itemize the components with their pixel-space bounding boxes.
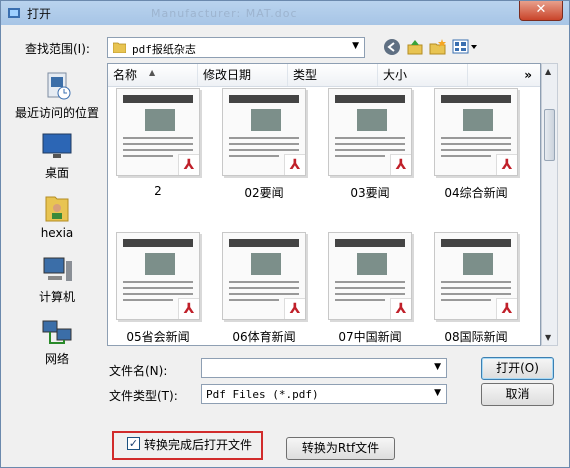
file-item[interactable]: ⅄ 2	[108, 88, 208, 198]
file-name-input[interactable]: ▼	[201, 358, 447, 378]
pdf-thumbnail: ⅄	[328, 88, 412, 176]
place-desktop[interactable]: 桌面	[11, 131, 103, 181]
look-in-combobox[interactable]: pdf报纸杂志 ▼	[107, 37, 365, 58]
file-item[interactable]: ⅄ 05省会新闻	[108, 232, 208, 345]
window-title: 打开	[27, 7, 52, 21]
place-recent[interactable]: 最近访问的位置	[11, 71, 103, 121]
look-in-label: 查找范围(I):	[25, 42, 90, 56]
title-bar: 打开 Manufacturer: MAT.doc ✕	[1, 1, 569, 25]
chevron-down-icon[interactable]: ▼	[434, 362, 441, 372]
file-name: 07中国新闻	[338, 330, 402, 344]
convert-to-rtf-button[interactable]: 转换为Rtf文件	[286, 437, 395, 460]
look-in-value: pdf报纸杂志	[132, 43, 196, 56]
desktop-icon	[42, 133, 72, 158]
file-name: 02要闻	[244, 186, 284, 200]
sort-up-icon: ▲	[149, 68, 156, 77]
column-header: 名称 ▲ 修改日期 类型 大小 »	[108, 64, 540, 87]
user-folder-icon	[45, 196, 69, 222]
pdf-thumbnail: ⅄	[116, 88, 200, 176]
file-list: 名称 ▲ 修改日期 类型 大小 » ⅄ 2 ⅄ 02要闻 ⅄ 03要闻 ⅄ 04…	[107, 63, 541, 346]
place-label: 最近访问的位置	[14, 106, 99, 120]
pdf-thumbnail: ⅄	[222, 232, 306, 320]
file-name-label: 文件名(N):	[109, 364, 168, 378]
pdf-thumbnail: ⅄	[222, 88, 306, 176]
place-label: hexia	[40, 226, 74, 240]
open-after-convert-label[interactable]: 转换完成后打开文件	[144, 436, 252, 453]
back-icon[interactable]	[383, 38, 401, 56]
file-type-select[interactable]: Pdf Files (*.pdf) ▼	[201, 384, 447, 404]
background-window-text: Manufacturer: MAT.doc	[151, 7, 298, 20]
place-label: 网络	[44, 352, 69, 366]
pdf-icon: ⅄	[284, 298, 305, 319]
file-item[interactable]: ⅄ 07中国新闻	[320, 232, 420, 345]
column-size[interactable]: 大小	[378, 64, 468, 86]
file-name: 2	[154, 184, 162, 198]
pdf-icon: ⅄	[390, 154, 411, 175]
pdf-icon: ⅄	[178, 154, 199, 175]
pdf-thumbnail: ⅄	[116, 232, 200, 320]
file-name: 03要闻	[350, 186, 390, 200]
pdf-thumbnail: ⅄	[328, 232, 412, 320]
place-label: 桌面	[44, 166, 69, 180]
chevron-down-icon[interactable]: ▼	[434, 388, 441, 398]
new-folder-icon[interactable]	[429, 38, 447, 56]
place-label: 计算机	[38, 290, 75, 304]
view-menu-icon[interactable]	[452, 38, 478, 56]
open-after-convert-checkbox[interactable]: ✓	[127, 437, 140, 450]
file-type-value: Pdf Files (*.pdf)	[206, 388, 319, 401]
file-name: 08国际新闻	[444, 330, 508, 344]
recent-places-icon	[47, 72, 71, 100]
file-name: 05省会新闻	[126, 330, 190, 344]
more-columns-icon[interactable]: »	[524, 64, 532, 86]
pdf-icon: ⅄	[496, 154, 517, 175]
cancel-button[interactable]: 取消	[481, 383, 554, 406]
places-bar: 最近访问的位置 桌面 hexia 计算机 网络	[11, 63, 103, 393]
file-name: 06体育新闻	[232, 330, 296, 344]
folder-icon	[113, 42, 126, 53]
pdf-icon: ⅄	[178, 298, 199, 319]
pdf-thumbnail: ⅄	[434, 88, 518, 176]
file-item[interactable]: ⅄ 02要闻	[214, 88, 314, 201]
column-type[interactable]: 类型	[288, 64, 378, 86]
place-user[interactable]: hexia	[11, 193, 103, 240]
column-name[interactable]: 名称 ▲	[108, 64, 198, 86]
pdf-thumbnail: ⅄	[434, 232, 518, 320]
pdf-icon: ⅄	[284, 154, 305, 175]
close-button[interactable]: ✕	[519, 1, 563, 21]
thumbnail-grid: ⅄ 2 ⅄ 02要闻 ⅄ 03要闻 ⅄ 04综合新闻 ⅄ 05省会新闻 ⅄ 06…	[108, 86, 540, 345]
chevron-down-icon[interactable]: ▼	[352, 41, 359, 51]
up-folder-icon[interactable]	[406, 38, 424, 56]
file-type-label: 文件类型(T):	[109, 389, 178, 403]
place-computer[interactable]: 计算机	[11, 255, 103, 305]
pdf-icon: ⅄	[496, 298, 517, 319]
network-icon	[42, 320, 72, 344]
column-modified[interactable]: 修改日期	[198, 64, 288, 86]
file-name: 04综合新闻	[444, 186, 508, 200]
file-item[interactable]: ⅄ 06体育新闻	[214, 232, 314, 345]
file-item[interactable]: ⅄ 04综合新闻	[426, 88, 526, 201]
scroll-down-icon[interactable]: ▼	[545, 333, 551, 342]
file-item[interactable]: ⅄ 08国际新闻	[426, 232, 526, 345]
pdf-icon: ⅄	[390, 298, 411, 319]
computer-icon	[43, 257, 72, 281]
file-item[interactable]: ⅄ 03要闻	[320, 88, 420, 201]
app-icon	[8, 8, 20, 18]
scroll-thumb[interactable]	[544, 109, 555, 161]
scroll-up-icon[interactable]: ▲	[545, 67, 551, 76]
place-network[interactable]: 网络	[11, 317, 103, 367]
open-button[interactable]: 打开(O)	[481, 357, 554, 380]
vertical-scrollbar[interactable]: ▲ ▼	[541, 63, 558, 346]
open-file-dialog: 打开 Manufacturer: MAT.doc ✕ 查找范围(I): pdf报…	[0, 0, 570, 468]
